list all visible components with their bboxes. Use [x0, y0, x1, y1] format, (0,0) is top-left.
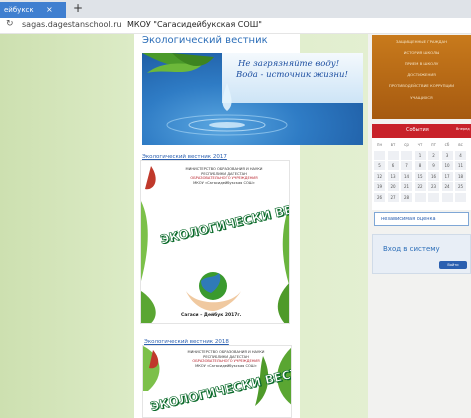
calendar-day[interactable]: [401, 150, 412, 160]
calendar-day[interactable]: 5: [374, 161, 385, 170]
banner-slogan-1: Не загрязняйте воду!: [238, 59, 340, 69]
newsletter-cover-2017[interactable]: МИНИСТЕРСТВО ОБРАЗОВАНИЯ И НАУКИ РЕСПУБЛ…: [140, 160, 290, 324]
calendar-next-link[interactable]: Вперед: [456, 127, 470, 131]
calendar-day[interactable]: [441, 192, 453, 202]
calendar-day[interactable]: 15: [414, 171, 426, 181]
menu-item[interactable]: ПРИЕМ В ШКОЛУ: [372, 61, 471, 66]
calendar-weekday: вт: [390, 142, 396, 147]
cover-header: МИНИСТЕРСТВО ОБРАЗОВАНИЯ И НАУКИ РЕСПУБЛ…: [169, 167, 279, 185]
browser-tab[interactable]: ейбукск ×: [0, 2, 66, 18]
independent-rating-button[interactable]: независимая оценка: [374, 212, 469, 226]
calendar-weekday: чт: [417, 142, 423, 147]
calendar-day[interactable]: 24: [441, 182, 453, 191]
calendar-weekday: вс: [458, 142, 463, 147]
calendar-day[interactable]: 8: [414, 161, 426, 170]
calendar-day[interactable]: 13: [387, 171, 399, 181]
tab-title: ейбукск: [4, 6, 34, 14]
newsletter-cover-2018[interactable]: МИНИСТЕРСТВО ОБРАЗОВАНИЯ И НАУКИ РЕСПУБЛ…: [142, 345, 292, 418]
calendar-day[interactable]: 1: [414, 150, 426, 160]
menu-item[interactable]: ИСТОРИЯ ШКОЛЫ: [372, 50, 471, 55]
address-bar: ↻ sagas.dagestanschool.ru МКОУ "Сагасиде…: [0, 18, 471, 34]
calendar-day[interactable]: 25: [455, 182, 466, 191]
calendar-day[interactable]: [374, 150, 385, 160]
calendar-day[interactable]: 19: [374, 182, 385, 191]
banner-slogan-2: Вода - источник жизни!: [236, 70, 348, 80]
calendar-day[interactable]: 4: [455, 150, 466, 160]
calendar-day[interactable]: 22: [414, 182, 426, 191]
calendar-weekday: пн: [376, 142, 383, 147]
close-tab-icon[interactable]: ×: [46, 2, 53, 18]
calendar-header: События Вперед: [372, 124, 471, 138]
cover-header-line: МКОУ «Сагасидейбукская СОШ»: [195, 363, 257, 368]
calendar-day[interactable]: 17: [441, 171, 453, 181]
calendar-day[interactable]: 3: [441, 150, 453, 160]
calendar-day[interactable]: 23: [428, 182, 439, 191]
reload-icon[interactable]: ↻: [6, 19, 14, 29]
calendar-day[interactable]: 21: [401, 182, 412, 191]
calendar-day[interactable]: 7: [401, 161, 412, 170]
calendar-day[interactable]: 6: [387, 161, 399, 170]
calendar-day[interactable]: 27: [387, 192, 399, 202]
page-title-text: МКОУ "Сагасидейбукская СОШ": [127, 20, 262, 29]
menu-item[interactable]: УЧАЩИХСЯ: [372, 95, 471, 100]
cover-header: МИНИСТЕРСТВО ОБРАЗОВАНИЯ И НАУКИ РЕСПУБЛ…: [171, 350, 281, 368]
cover-footer: Сагаси – Дейбук 2017г.: [181, 313, 242, 318]
calendar-day[interactable]: 20: [387, 182, 399, 191]
calendar-title: События: [406, 127, 429, 133]
calendar-day[interactable]: 12: [374, 171, 385, 181]
calendar-day[interactable]: 28: [401, 192, 412, 202]
url-field[interactable]: sagas.dagestanschool.ru: [22, 20, 122, 29]
calendar-day[interactable]: 10: [441, 161, 453, 170]
login-button[interactable]: Войти: [439, 261, 467, 269]
calendar-day[interactable]: 18: [455, 171, 466, 181]
cover-header-line: МКОУ «Сагасидейбукская СОШ»: [193, 180, 255, 185]
calendar-day[interactable]: 9: [428, 161, 439, 170]
menu-item[interactable]: ЗАЩИЩЕННЫЕ ГРАЖДАН: [372, 39, 471, 44]
browser-tab-bar: ейбукск × +: [0, 0, 471, 18]
calendar-day[interactable]: [414, 192, 426, 202]
calendar-day[interactable]: 11: [455, 161, 466, 170]
calendar-day[interactable]: [428, 192, 439, 202]
calendar-day[interactable]: [387, 150, 399, 160]
menu-item[interactable]: ПРОТИВОДЕЙСТВИЕ КОРРУПЦИИ: [372, 83, 471, 88]
menu-item[interactable]: ДОСТИЖЕНИЯ: [372, 72, 471, 77]
events-calendar: События Вперед пн вт ср чт пт сб вс 1 2 3 4 5 6 7 8 9 10…: [372, 124, 471, 210]
water-banner-image: Не загрязняйте воду! Вода - источник жиз…: [142, 53, 363, 145]
sidebar-menu: ЗАЩИЩЕННЫЕ ГРАЖДАН ИСТОРИЯ ШКОЛЫ ПРИЕМ В…: [372, 35, 471, 119]
calendar-weekday: сб: [444, 142, 450, 147]
calendar-day[interactable]: 14: [401, 171, 412, 181]
calendar-day[interactable]: 2: [428, 150, 439, 160]
calendar-day[interactable]: 26: [374, 192, 385, 202]
login-panel: Вход в систему Войти: [372, 234, 471, 274]
calendar-day[interactable]: [455, 192, 466, 202]
login-title: Вход в систему: [383, 245, 440, 253]
calendar-day[interactable]: 16: [428, 171, 439, 181]
calendar-weekday: ср: [404, 142, 409, 147]
calendar-weekday: пт: [431, 142, 436, 147]
new-tab-button[interactable]: +: [73, 1, 83, 15]
section-heading: Экологический вестник: [142, 35, 268, 46]
